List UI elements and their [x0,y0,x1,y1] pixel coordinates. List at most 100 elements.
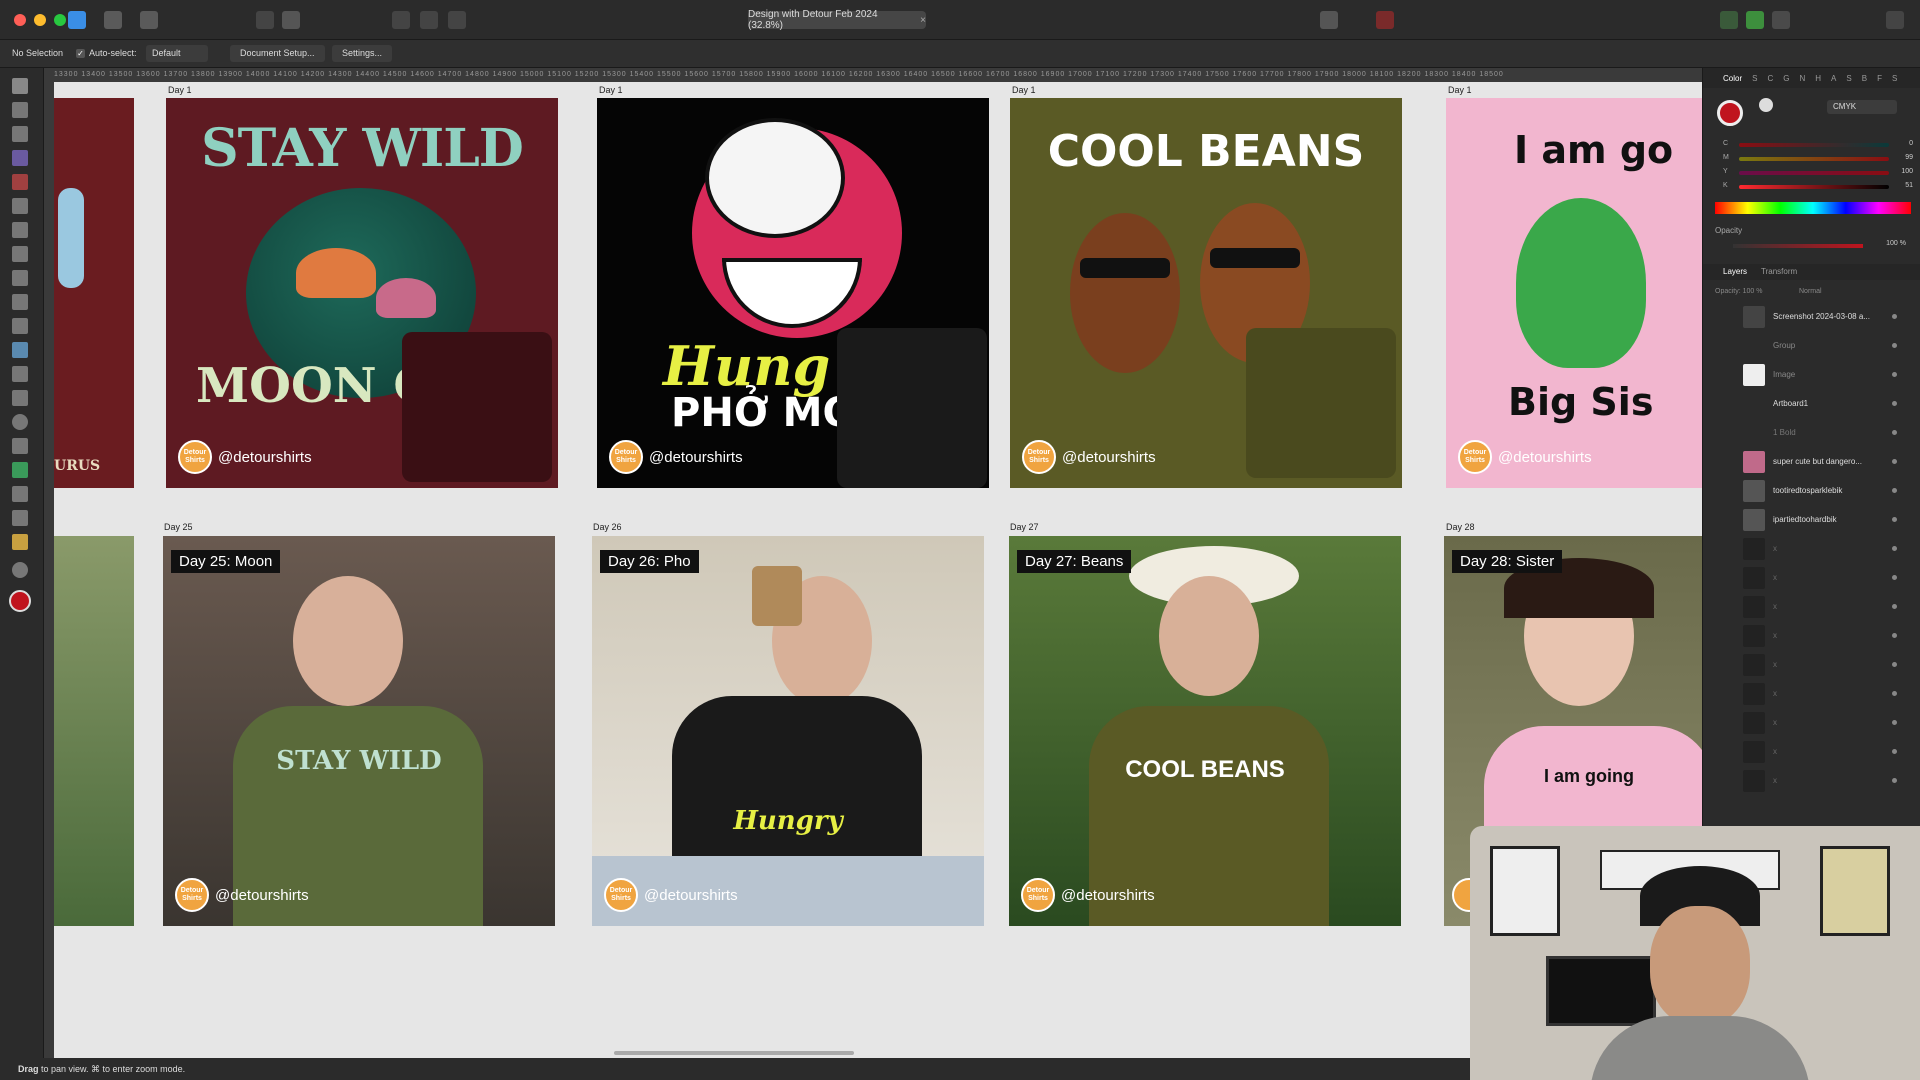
layer-item[interactable]: x [1703,650,1920,679]
visibility-icon[interactable] [1892,343,1897,348]
artboard-big-sis[interactable]: I am go Big Sis Detour Shirts @detourshi… [1446,98,1702,488]
channel-value[interactable]: 100 [1901,168,1913,175]
visibility-icon[interactable] [1892,401,1897,406]
tab-history[interactable]: H [1815,74,1821,83]
autoselect-mode-dropdown[interactable]: Default [146,45,208,62]
smudge-tool-icon[interactable] [12,294,28,310]
transform-icon[interactable] [256,11,274,29]
visibility-icon[interactable] [1892,314,1897,319]
visibility-icon[interactable] [1892,459,1897,464]
artboard-hungry[interactable]: Hung PHỞ MO Detour Shirts @detourshirts [597,98,989,488]
share-icon[interactable] [1746,11,1764,29]
color-model-dropdown[interactable]: CMYK [1827,100,1897,114]
settings-gear-icon[interactable] [282,11,300,29]
opacity-value[interactable]: 100 % [1886,240,1906,247]
snap-options-icon[interactable] [448,11,466,29]
visibility-icon[interactable] [1892,604,1897,609]
horizontal-scrollbar[interactable] [614,1051,854,1055]
artboard-stay-wild[interactable]: STAY WILD MOON CH Detour Shirts @detours… [166,98,558,488]
layer-item[interactable]: Image [1703,360,1920,389]
artboard-day26[interactable]: Hungry Day 26: Pho Detour Shirts @detour… [592,536,984,926]
artboard-day25[interactable]: STAY WILD Day 25: Moon Detour Shirts @de… [163,536,555,926]
tab-appearance[interactable]: A [1831,74,1836,83]
blend-mode-dropdown[interactable]: Normal [1799,288,1822,295]
layer-item[interactable]: Screenshot 2024-03-08 a... [1703,302,1920,331]
fill-tool-icon[interactable] [12,174,28,190]
crop-tool-icon[interactable] [12,366,28,382]
autoselect-toggle[interactable]: ✓ Auto-select: [76,48,137,59]
tab-fx[interactable]: F [1877,74,1882,83]
layer-item[interactable]: x [1703,563,1920,592]
transparency-tool-icon[interactable] [12,318,28,334]
tab-glyphs[interactable]: G [1783,74,1789,83]
text-tool-icon[interactable] [12,486,28,502]
visibility-icon[interactable] [1892,546,1897,551]
ruler-tool-icon[interactable] [12,534,28,550]
ellipse-tool-icon[interactable] [12,414,28,430]
fill-color-swatch[interactable] [1717,100,1743,126]
brush-tool-icon[interactable] [12,246,28,262]
document-setup-button[interactable]: Document Setup... [230,45,325,62]
tab-swatches[interactable]: S [1752,74,1757,83]
artboard-partial-bottom[interactable] [54,536,134,926]
visibility-icon[interactable] [1892,372,1897,377]
visibility-icon[interactable] [1892,430,1897,435]
move-tool-icon[interactable] [12,78,28,94]
layer-item[interactable]: x [1703,621,1920,650]
tab-transform[interactable]: Transform [1761,267,1797,277]
opacity-slider[interactable] [1733,244,1863,248]
tab-character[interactable]: C [1767,74,1773,83]
layer-item[interactable]: x [1703,708,1920,737]
artboard-day27[interactable]: COOL BEANS Day 27: Beans Detour Shirts @… [1009,536,1401,926]
user-icon[interactable] [1886,11,1904,29]
pen-tool-icon[interactable] [12,198,28,214]
zoom-tool-icon[interactable] [12,562,28,578]
channel-value[interactable]: 51 [1905,182,1913,189]
artboard-tool-icon[interactable] [12,102,28,118]
primary-color-swatch[interactable] [9,590,31,612]
visibility-icon[interactable] [1892,633,1897,638]
artboard-partial-top[interactable]: URUS [54,98,134,488]
visibility-icon[interactable] [1892,488,1897,493]
visibility-icon[interactable] [1892,749,1897,754]
export-persona-icon[interactable] [140,11,158,29]
pencil-tool-icon[interactable] [12,222,28,238]
align-icon[interactable] [1320,11,1338,29]
visibility-icon[interactable] [1892,691,1897,696]
snap-icon[interactable] [392,11,410,29]
layer-item[interactable]: x [1703,534,1920,563]
close-tab-icon[interactable]: × [920,15,926,26]
eyedropper-icon[interactable] [1759,98,1773,112]
canvas[interactable]: URUS Day 1 STAY WILD MOON CH Detour Shir… [54,82,1702,1058]
cyan-slider[interactable]: C 0 [1723,140,1913,150]
color-swatch-icon[interactable] [1376,11,1394,29]
zoom-window-button[interactable] [54,14,66,26]
artboard-cool-beans[interactable]: COOL BEANS Detour Shirts @detourshirts [1010,98,1402,488]
tab-navigator[interactable]: N [1799,74,1805,83]
document-tab[interactable]: Design with Detour Feb 2024 (32.8%) × [748,9,926,31]
autoselect-checkbox[interactable]: ✓ [76,49,85,59]
tab-layers[interactable]: Layers [1723,267,1747,277]
studio-link-icon[interactable] [1720,11,1738,29]
minimize-window-button[interactable] [34,14,46,26]
magenta-slider[interactable]: M 99 [1723,154,1913,164]
rectangle-tool-icon[interactable] [12,390,28,406]
heart-shape-tool-icon[interactable] [12,438,28,454]
channel-value[interactable]: 99 [1905,154,1913,161]
tab-styles[interactable]: S [1892,74,1897,83]
visibility-icon[interactable] [1892,778,1897,783]
snap-grid-icon[interactable] [420,11,438,29]
settings-button[interactable]: Settings... [332,45,393,62]
tab-brushes[interactable]: B [1862,74,1867,83]
help-icon[interactable] [1772,11,1790,29]
yellow-slider[interactable]: Y 100 [1723,168,1913,178]
spectrum-picker[interactable] [1715,202,1911,214]
layer-item[interactable]: Group [1703,331,1920,360]
layer-item[interactable]: Artboard1 [1703,389,1920,418]
shape-tool-icon[interactable] [12,462,28,478]
tab-stroke[interactable]: S [1846,74,1851,83]
layer-item[interactable]: x [1703,679,1920,708]
eyedropper-tool-icon[interactable] [12,510,28,526]
visibility-icon[interactable] [1892,662,1897,667]
channel-value[interactable]: 0 [1909,140,1913,147]
